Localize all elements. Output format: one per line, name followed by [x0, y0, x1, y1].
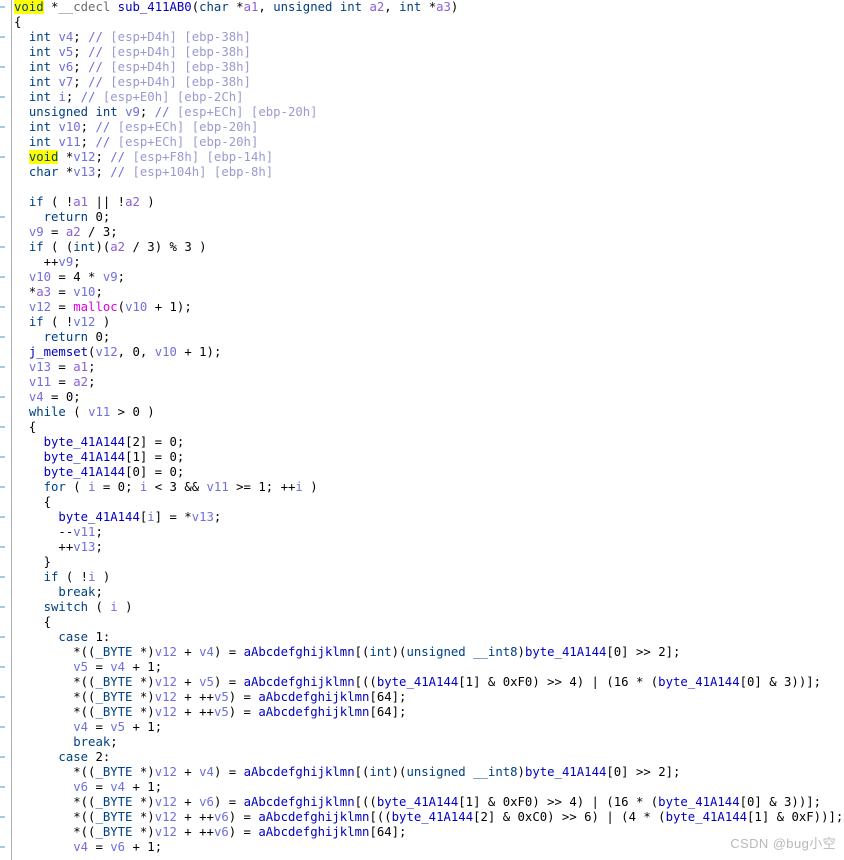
local-declaration-2[interactable]: int v6; // [esp+D4h] [ebp-38h] — [14, 60, 844, 75]
code-line-13[interactable]: v4 = 0; — [14, 390, 844, 405]
local-declaration-0[interactable]: int v4; // [esp+D4h] [ebp-38h] — [14, 30, 844, 45]
code-line-31[interactable]: v5 = v4 + 1; — [14, 660, 844, 675]
code-line-27[interactable]: switch ( i ) — [14, 600, 844, 615]
csdn-watermark: CSDN @bug小空 — [730, 836, 836, 851]
code-line-34[interactable]: *((_BYTE *)v12 + ++v5) = aAbcdefghijklmn… — [14, 705, 844, 720]
code-line-26[interactable]: break; — [14, 585, 844, 600]
code-line-19[interactable]: for ( i = 0; i < 3 && v11 >= 1; ++i ) — [14, 480, 844, 495]
code-line-5[interactable]: v10 = 4 * v9; — [14, 270, 844, 285]
code-line-39[interactable]: v6 = v4 + 1; — [14, 780, 844, 795]
local-declaration-5[interactable]: unsigned int v9; // [esp+ECh] [ebp-20h] — [14, 105, 844, 120]
code-line-21[interactable]: byte_41A144[i] = *v13; — [14, 510, 844, 525]
gutter-separator-line — [11, 0, 12, 860]
code-line-25[interactable]: if ( !i ) — [14, 570, 844, 585]
code-line-33[interactable]: *((_BYTE *)v12 + ++v5) = aAbcdefghijklmn… — [14, 690, 844, 705]
code-line-38[interactable]: *((_BYTE *)v12 + v4) = aAbcdefghijklmn[(… — [14, 765, 844, 780]
code-line-2[interactable]: v9 = a2 / 3; — [14, 225, 844, 240]
code-line-22[interactable]: --v11; — [14, 525, 844, 540]
code-line-6[interactable]: *a3 = v10; — [14, 285, 844, 300]
local-declaration-1[interactable]: int v5; // [esp+D4h] [ebp-38h] — [14, 45, 844, 60]
code-line-8[interactable]: if ( !v12 ) — [14, 315, 844, 330]
code-line-4[interactable]: ++v9; — [14, 255, 844, 270]
code-line-41[interactable]: *((_BYTE *)v12 + ++v6) = aAbcdefghijklmn… — [14, 810, 844, 825]
code-line-18[interactable]: byte_41A144[0] = 0; — [14, 465, 844, 480]
code-line-16[interactable]: byte_41A144[2] = 0; — [14, 435, 844, 450]
code-line-32[interactable]: *((_BYTE *)v12 + v5) = aAbcdefghijklmn[(… — [14, 675, 844, 690]
code-line-0[interactable]: if ( !a1 || !a2 ) — [14, 195, 844, 210]
code-line-23[interactable]: ++v13; — [14, 540, 844, 555]
code-line-42[interactable]: *((_BYTE *)v12 + ++v6) = aAbcdefghijklmn… — [14, 825, 844, 840]
code-line-40[interactable]: *((_BYTE *)v12 + v6) = aAbcdefghijklmn[(… — [14, 795, 844, 810]
code-gutter[interactable] — [0, 0, 12, 860]
code-line-35[interactable]: v4 = v5 + 1; — [14, 720, 844, 735]
local-declaration-4[interactable]: int i; // [esp+E0h] [ebp-2Ch] — [14, 90, 844, 105]
code-line-9[interactable]: return 0; — [14, 330, 844, 345]
pseudocode-text-area[interactable]: void *__cdecl sub_411AB0(char *a1, unsig… — [14, 0, 844, 860]
code-line-24[interactable]: } — [14, 555, 844, 570]
code-line-36[interactable]: break; — [14, 735, 844, 750]
code-line-11[interactable]: v13 = a1; — [14, 360, 844, 375]
blank-line[interactable] — [14, 180, 844, 195]
function-signature[interactable]: void *__cdecl sub_411AB0(char *a1, unsig… — [14, 0, 844, 15]
local-declaration-8[interactable]: void *v12; // [esp+F8h] [ebp-14h] — [14, 150, 844, 165]
code-line-17[interactable]: byte_41A144[1] = 0; — [14, 450, 844, 465]
code-line-28[interactable]: { — [14, 615, 844, 630]
code-line-30[interactable]: *((_BYTE *)v12 + v4) = aAbcdefghijklmn[(… — [14, 645, 844, 660]
local-declaration-9[interactable]: char *v13; // [esp+104h] [ebp-8h] — [14, 165, 844, 180]
local-declaration-7[interactable]: int v11; // [esp+ECh] [ebp-20h] — [14, 135, 844, 150]
local-declaration-3[interactable]: int v7; // [esp+D4h] [ebp-38h] — [14, 75, 844, 90]
code-line-14[interactable]: while ( v11 > 0 ) — [14, 405, 844, 420]
code-line-15[interactable]: { — [14, 420, 844, 435]
highlighted-token[interactable]: void — [28, 150, 59, 164]
pseudocode-window: void *__cdecl sub_411AB0(char *a1, unsig… — [0, 0, 844, 860]
code-line-37[interactable]: case 2: — [14, 750, 844, 765]
code-line-7[interactable]: v12 = malloc(v10 + 1); — [14, 300, 844, 315]
code-line-3[interactable]: if ( (int)(a2 / 3) % 3 ) — [14, 240, 844, 255]
code-line-43[interactable]: v4 = v6 + 1; — [14, 840, 844, 855]
local-declaration-6[interactable]: int v10; // [esp+ECh] [ebp-20h] — [14, 120, 844, 135]
code-line-10[interactable]: j_memset(v12, 0, v10 + 1); — [14, 345, 844, 360]
code-line-29[interactable]: case 1: — [14, 630, 844, 645]
code-line-1[interactable]: return 0; — [14, 210, 844, 225]
code-line-12[interactable]: v11 = a2; — [14, 375, 844, 390]
open-brace[interactable]: { — [14, 15, 844, 30]
highlighted-token[interactable]: void — [14, 0, 44, 14]
code-line-20[interactable]: { — [14, 495, 844, 510]
